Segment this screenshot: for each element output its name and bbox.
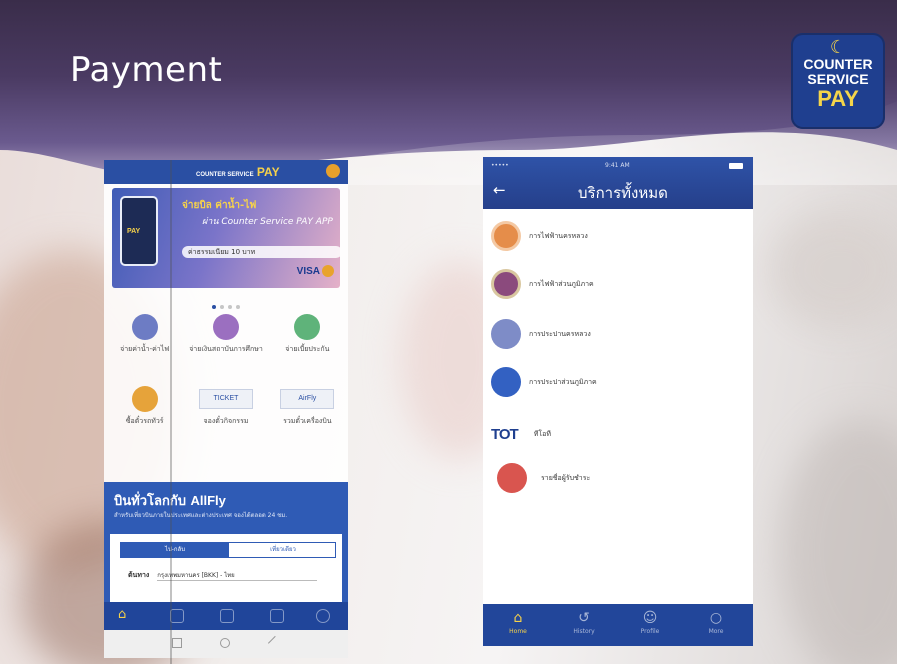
status-time: 9:41 AM xyxy=(605,162,630,169)
ticket-icon: TICKET xyxy=(198,389,253,409)
pea-icon xyxy=(491,269,521,299)
logo-line1: COUNTER xyxy=(803,56,873,72)
bottom-tab-bar: ⌂ Home ↺ History ☺ Profile ○ More xyxy=(483,604,753,646)
battery-icon xyxy=(729,163,743,169)
app-header: COUNTER SERVICE PAY xyxy=(104,160,348,184)
service-item-mwa[interactable]: การประปานครหลวง xyxy=(491,317,591,351)
status-carrier: ••••• xyxy=(491,162,509,169)
service-item-pea[interactable]: การไฟฟ้าส่วนภูมิภาค xyxy=(491,267,594,301)
visa-logo: VISA xyxy=(296,266,320,277)
tab-profile[interactable]: ☺ Profile xyxy=(625,608,675,635)
promo-banner[interactable]: PAY จ่ายบิล ค่าน้ำ-ไฟ ผ่าน Counter Servi… xyxy=(112,188,340,288)
history-icon[interactable] xyxy=(170,609,184,623)
bus-icon xyxy=(131,386,158,412)
phone-illustration: PAY xyxy=(120,196,158,266)
mea-icon xyxy=(491,221,521,251)
pwa-icon xyxy=(491,367,521,397)
counter-service-pay-logo: ☾ COUNTER SERVICE PAY xyxy=(791,33,885,129)
tab-more[interactable]: ○ More xyxy=(691,608,741,635)
background-blur xyxy=(770,210,897,330)
android-nav-bar xyxy=(104,630,348,658)
insurance-icon xyxy=(294,314,321,340)
nav-home-icon[interactable] xyxy=(220,638,230,648)
bottom-tab-bar: ⌂ xyxy=(104,602,348,630)
service-item-mea[interactable]: การไฟฟ้านครหลวง xyxy=(491,219,588,253)
mastercard-icon xyxy=(322,265,334,277)
carousel-dots[interactable] xyxy=(104,294,348,309)
airfly-icon: AirFly xyxy=(280,389,335,409)
more-icon[interactable] xyxy=(316,609,330,623)
home-icon[interactable]: ⌂ xyxy=(118,607,132,622)
grid-item-insurance[interactable]: จ่ายเบี้ยประกัน xyxy=(267,314,348,374)
airfly-description: สำหรับเที่ยวบินภายในประเทศและต่างประเทศ … xyxy=(114,512,288,519)
divider-line xyxy=(170,160,172,664)
grid-item-education[interactable]: จ่ายเงินสถาบันการศึกษา xyxy=(185,314,266,374)
segment-oneway[interactable]: เที่ยวเดียว xyxy=(229,543,337,557)
more-icon: ○ xyxy=(709,610,723,626)
notification-bell-icon[interactable] xyxy=(326,164,340,178)
home-icon: ⌂ xyxy=(513,610,523,626)
service-item-tot[interactable]: TOT ทีโอที xyxy=(491,417,551,451)
service-item-pwa[interactable]: การประปาส่วนภูมิภาค xyxy=(491,365,597,399)
logo-line3: PAY xyxy=(817,86,859,111)
history-icon: ↺ xyxy=(578,610,590,626)
service-grid: จ่ายค่าน้ำ-ค่าไฟ จ่ายเงินสถาบันการศึกษา … xyxy=(104,314,348,446)
wallet-icon[interactable] xyxy=(220,609,234,623)
mwa-icon xyxy=(491,319,521,349)
profile-icon: ☺ xyxy=(642,610,658,626)
tot-logo: TOT xyxy=(491,425,519,443)
graduation-cap-icon xyxy=(212,314,239,340)
back-arrow-icon[interactable]: ← xyxy=(493,181,506,199)
service-item-billers[interactable]: รายชื่อผู้รับชำระ xyxy=(491,461,590,495)
tab-home[interactable]: ⌂ Home xyxy=(493,608,543,635)
flight-search-form: ไป-กลับ เที่ยวเดียว ต้นทาง กรุงเทพมหานคร … xyxy=(110,534,342,602)
promo-subline: ผ่าน Counter Service PAY APP xyxy=(202,217,333,227)
segment-roundtrip[interactable]: ไป-กลับ xyxy=(121,543,229,557)
logo-line2: SERVICE xyxy=(807,71,869,87)
background-blur xyxy=(780,420,897,664)
grid-item-ticket[interactable]: TICKET จองตั๋วกิจกรรม xyxy=(185,386,266,446)
grid-item-water-electric[interactable]: จ่ายค่าน้ำ-ค่าไฟ xyxy=(104,314,185,374)
nav-back-icon[interactable] xyxy=(267,635,283,651)
moon-icon: ☾ xyxy=(829,37,847,58)
app-home-screenshot: COUNTER SERVICE PAY PAY จ่ายบิล ค่าน้ำ-ไ… xyxy=(104,160,348,658)
page-title: บริการทั้งหมด xyxy=(578,184,668,202)
app-logo: COUNTER SERVICE PAY xyxy=(196,165,280,179)
tab-history[interactable]: ↺ History xyxy=(559,608,609,635)
trip-type-toggle[interactable]: ไป-กลับ เที่ยวเดียว xyxy=(120,542,336,558)
promo-fee: ค่าธรรมเนียม 10 บาท xyxy=(182,246,340,258)
slide-title: Payment xyxy=(70,50,223,90)
promo-headline: จ่ายบิล ค่าน้ำ-ไฟ xyxy=(182,200,257,211)
profile-icon[interactable] xyxy=(270,609,284,623)
app-services-screenshot: ••••• 9:41 AM ← บริการทั้งหมด การไฟฟ้านค… xyxy=(483,157,753,646)
origin-field[interactable]: ต้นทาง กรุงเทพมหานคร [BKK] - ไทย xyxy=(128,570,318,581)
services-header: ••••• 9:41 AM ← บริการทั้งหมด xyxy=(483,157,753,209)
nav-square-icon[interactable] xyxy=(172,638,182,648)
water-electric-icon xyxy=(131,314,158,340)
grid-item-airfly[interactable]: AirFly รวมตั๋วเครื่องบิน xyxy=(267,386,348,446)
shop-icon xyxy=(497,463,527,493)
grid-item-bus[interactable]: ซื้อตั๋วรถทัวร์ xyxy=(104,386,185,446)
